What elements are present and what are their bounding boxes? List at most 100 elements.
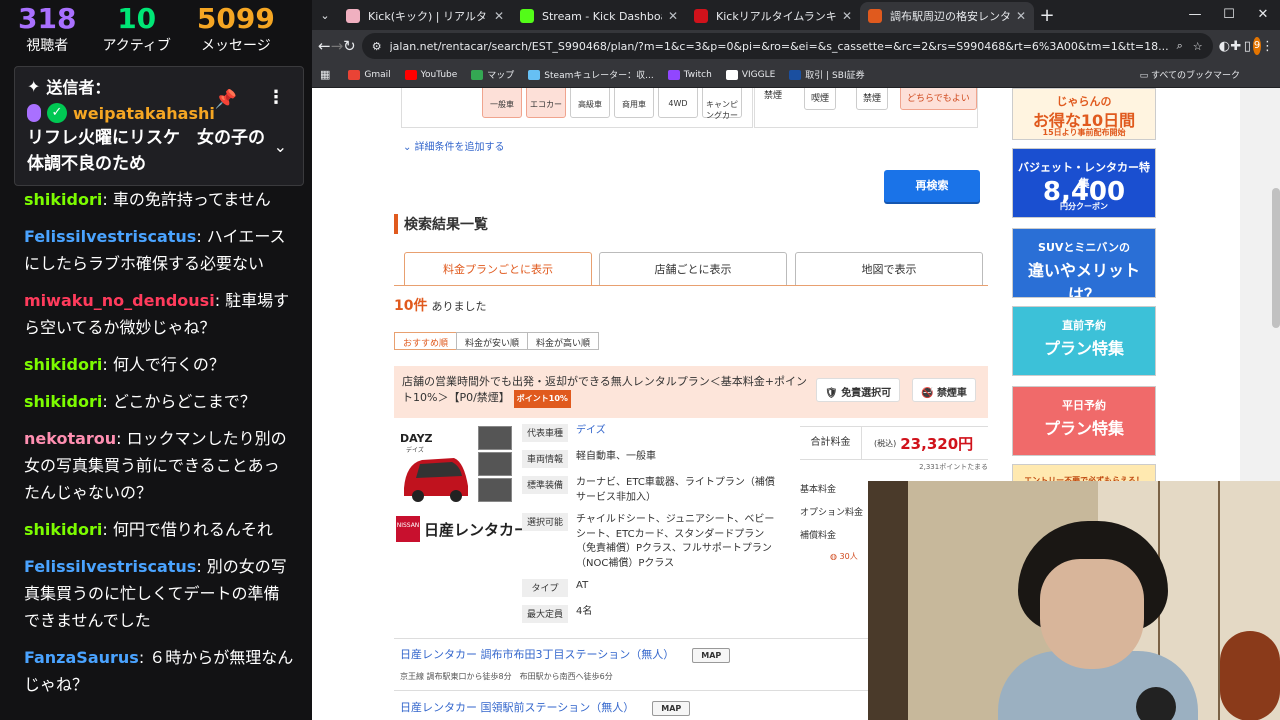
- spec-row: タイプ AT: [522, 579, 782, 597]
- apps-icon[interactable]: ▦: [320, 68, 330, 81]
- plan-title-text: 店舗の営業時間外でも出発・返却ができる無人レンタルプラン＜基本料金+ポイント10…: [402, 375, 807, 404]
- station-2[interactable]: 日産レンタカー 国領駅前ステーション（無人） MAP: [400, 699, 691, 716]
- spec-value[interactable]: デイズ: [576, 424, 606, 442]
- bookmark-item[interactable]: Gmail: [348, 68, 391, 81]
- chat-username[interactable]: shikidori: [24, 355, 102, 374]
- sort-cheapest[interactable]: 料金が安い順: [456, 332, 529, 350]
- smoke-option[interactable]: 喫煙: [804, 88, 837, 110]
- ad-banner[interactable]: じゃらんの お得な10日間 15日より事前配布開始: [1012, 88, 1156, 140]
- close-tab-icon[interactable]: ✕: [494, 9, 504, 23]
- active-count: 10: [117, 2, 157, 35]
- bookmark-item[interactable]: YouTube: [404, 68, 458, 81]
- browser-tab[interactable]: Kick(キック) | リアルタイムランキング ✕: [338, 2, 512, 30]
- browser-tab[interactable]: Kickリアルタイムランキング | 配信者 ✕: [686, 2, 860, 30]
- tab-title: Kick(キック) | リアルタイムランキング: [368, 10, 488, 23]
- chat-username[interactable]: nekotarou: [24, 429, 116, 448]
- spec-key: 標準装備: [522, 476, 568, 494]
- smoke-option[interactable]: どちらでもよい: [900, 88, 977, 110]
- all-bookmarks[interactable]: ▭ すべてのブックマーク: [1140, 68, 1240, 81]
- ad-banner[interactable]: SUVとミニバンの 違いやメリットは？: [1012, 228, 1156, 298]
- car-type-option[interactable]: キャンピングカー: [702, 88, 742, 120]
- tab-search-icon[interactable]: ⌄: [312, 2, 338, 30]
- active-label: アクティブ: [102, 38, 171, 54]
- sort-expensive[interactable]: 料金が高い順: [527, 332, 600, 350]
- tab-by-store[interactable]: 店舗ごとに表示: [599, 252, 787, 286]
- bookmarks-bar: ▦ Gmail YouTube マップ Steamキュレーター：収... Twitch V…: [312, 62, 1280, 88]
- spec-value: カーナビ、ETC車載器、ライトプラン（補償サービス非加入）: [576, 477, 775, 503]
- bookmark-item[interactable]: VIGGLE: [725, 68, 775, 81]
- smoke-option[interactable]: 禁煙: [856, 88, 889, 110]
- car-image[interactable]: DAYZ デイズ: [398, 428, 474, 508]
- pin-icon[interactable]: 📌: [215, 89, 237, 110]
- close-tab-icon[interactable]: ✕: [1016, 9, 1026, 23]
- chat-username[interactable]: FanzaSaurus: [24, 648, 139, 667]
- thumb-3[interactable]: [478, 478, 512, 502]
- station-1-access: 京王線 調布駅東口から徒歩8分 布田駅から南西へ徒歩6分: [400, 672, 613, 681]
- chat-username[interactable]: shikidori: [24, 392, 102, 411]
- menu-icon[interactable]: ⋮: [1261, 39, 1274, 54]
- chat-separator: :: [102, 355, 113, 374]
- smoke-label: 禁煙: [764, 91, 783, 101]
- thumb-1[interactable]: [478, 426, 512, 450]
- chat-separator: :: [102, 190, 113, 209]
- minimize-icon[interactable]: —: [1178, 0, 1212, 30]
- site-info-icon[interactable]: ⚙: [372, 40, 382, 53]
- new-tab-button[interactable]: +: [1034, 2, 1060, 30]
- stat-messages: 5099 メッセージ: [197, 0, 275, 64]
- map-button-1[interactable]: MAP: [692, 648, 731, 663]
- chat-username[interactable]: Felissilvestriscatus: [24, 227, 196, 246]
- tab-title: Stream - Kick Dashboard: [542, 9, 662, 23]
- result-count: 10件 ありました: [394, 295, 486, 315]
- car-model-text: DAYZ: [400, 432, 433, 445]
- ad-banner[interactable]: 直前予約 プラン特集: [1012, 306, 1156, 376]
- chat-username[interactable]: Felissilvestriscatus: [24, 557, 196, 576]
- browser-tab[interactable]: 調布駅周辺の格安レンタカーを探し ✕: [860, 2, 1034, 30]
- car-type-option[interactable]: 一般車: [482, 88, 522, 118]
- add-conditions-link[interactable]: ⌄ 詳細条件を追加する: [403, 138, 505, 153]
- map-button-2[interactable]: MAP: [652, 701, 691, 716]
- car-type-option[interactable]: 4WD: [658, 88, 698, 118]
- bookmark-item[interactable]: 取引 | SBI証券: [789, 68, 865, 81]
- ad-line2: プラン特集: [1043, 419, 1124, 438]
- close-tab-icon[interactable]: ✕: [842, 9, 852, 23]
- bookmark-item[interactable]: マップ: [471, 68, 514, 81]
- more-icon[interactable]: ⋮: [267, 87, 285, 108]
- sort-recommended[interactable]: おすすめ順: [394, 332, 458, 350]
- reload-icon[interactable]: ↻: [343, 37, 356, 55]
- zoom-icon[interactable]: ⌕: [1177, 39, 1183, 53]
- station-1[interactable]: 日産レンタカー 調布市布田3丁目ステーション（無人） MAP: [400, 646, 731, 663]
- extension-icon[interactable]: ◐: [1219, 39, 1230, 54]
- browser-tab[interactable]: Stream - Kick Dashboard ✕: [512, 2, 686, 30]
- back-icon[interactable]: ←: [318, 37, 331, 55]
- chat-separator: :: [196, 227, 207, 246]
- puzzle-icon[interactable]: ✚: [1230, 39, 1241, 54]
- car-type-option[interactable]: 高級車: [570, 88, 610, 118]
- sidepanel-icon[interactable]: ▯: [1242, 39, 1253, 54]
- scroll-thumb[interactable]: [1272, 188, 1280, 328]
- chat-username[interactable]: shikidori: [24, 190, 102, 209]
- plan-title[interactable]: 店舗の営業時間外でも出発・返却ができる無人レンタルプラン＜基本料金+ポイント10…: [402, 374, 810, 408]
- chevron-down-icon[interactable]: ⌄: [274, 137, 287, 156]
- bookmark-star-icon[interactable]: ☆: [1193, 40, 1203, 53]
- maximize-icon[interactable]: ☐: [1212, 0, 1246, 30]
- ad-banner[interactable]: 平日予約 プラン特集: [1012, 386, 1156, 456]
- ad-banner[interactable]: バジェット・レンタカー特集 8,400 円分クーポン: [1012, 148, 1156, 218]
- bookmark-item[interactable]: Twitch: [667, 68, 712, 81]
- tab-by-map[interactable]: 地図で表示: [795, 252, 983, 286]
- address-bar[interactable]: ⚙ jalan.net/rentacar/search/EST_S990468/…: [361, 33, 1213, 59]
- car-thumbnails[interactable]: [478, 426, 514, 504]
- tab-by-plan[interactable]: 料金プランごとに表示: [404, 252, 592, 286]
- car-type-option[interactable]: エコカー: [526, 88, 566, 118]
- all-bookmarks-label: すべてのブックマーク: [1150, 71, 1240, 81]
- profile-avatar[interactable]: 9: [1253, 37, 1261, 55]
- bookmark-label: YouTube: [420, 69, 458, 80]
- close-icon[interactable]: ✕: [1246, 0, 1280, 30]
- chat-username[interactable]: shikidori: [24, 520, 102, 539]
- bookmark-item[interactable]: Steamキュレーター：収...: [528, 68, 654, 81]
- forward-icon[interactable]: →: [331, 37, 344, 55]
- research-button[interactable]: 再検索: [884, 170, 980, 202]
- thumb-2[interactable]: [478, 452, 512, 476]
- close-tab-icon[interactable]: ✕: [668, 9, 678, 23]
- chat-username[interactable]: miwaku_no_dendousi: [24, 291, 215, 310]
- car-type-option[interactable]: 商用車: [614, 88, 654, 118]
